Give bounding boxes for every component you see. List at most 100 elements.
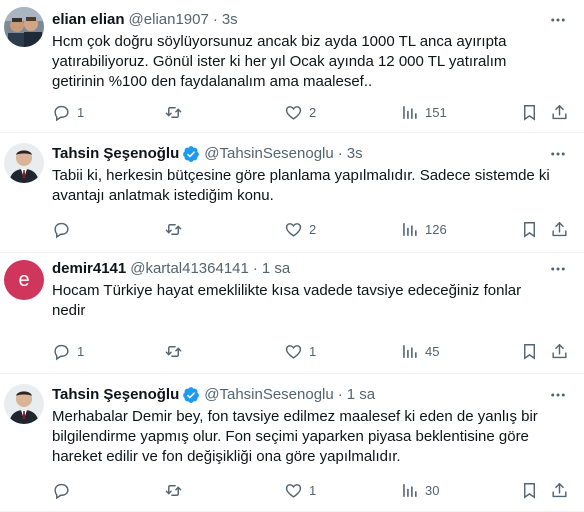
reply-button[interactable]: 1 [52,102,84,122]
tweet-text-line: avantajı anlatmak istediğim konu. [52,187,274,204]
like-button[interactable]: 1 [284,480,316,500]
tweet-body: elian elian @elian1907 · 3s Hcm çok doğr… [52,10,568,92]
like-button[interactable]: 1 [284,341,316,361]
retweet-button[interactable] [164,102,189,122]
tweet-text-line: Tabii ki, herkesin bütçesine göre planla… [52,167,550,184]
views-count: 30 [425,482,440,498]
more-options-icon[interactable] [548,10,568,30]
views-count: 45 [425,343,440,359]
tweet[interactable]: e demir4141 @kartal41364141 · 1 sa Hocam… [0,253,584,374]
share-button[interactable] [550,219,569,239]
like-button[interactable]: 2 [284,219,316,239]
views-count: 126 [425,221,447,237]
views-button[interactable]: 30 [400,480,439,500]
share-icon [552,221,567,236]
heart-icon [285,222,302,237]
tweet-text-line: bilgilendirme yapmış olur. Fon seçimi ya… [52,428,529,445]
avatar[interactable] [4,143,44,183]
action-bar: 1 2 151 [52,102,568,122]
author-handle[interactable]: @TahsinSesenoglu [204,385,333,405]
reply-thread: elian elian @elian1907 · 3s Hcm çok doğr… [0,0,584,512]
retweet-button[interactable] [164,341,189,361]
views-button[interactable]: 151 [400,102,447,122]
share-icon [552,104,567,119]
author-handle[interactable]: @kartal41364141 [130,259,249,279]
bookmark-button[interactable] [520,341,539,361]
more-options-icon[interactable] [548,385,568,405]
tweet-text: Merhabalar Demir bey, fon tavsiye edilme… [52,407,568,467]
tweet-text-line: getirinin %100 den faydalanalım ama maal… [52,73,373,90]
tweet[interactable]: Tahsin Şeşenoğlu @TahsinSesenoglu · 3s T… [0,133,584,253]
share-button[interactable] [550,341,569,361]
bookmark-icon [524,104,535,121]
bookmark-icon [524,343,535,360]
tweet-header: demir4141 @kartal41364141 · 1 sa [52,259,568,279]
separator-dot: · [212,11,218,28]
retweet-button[interactable] [164,480,189,500]
views-count: 151 [425,104,447,120]
retweet-icon [165,223,182,235]
tweet-text-line: Hocam Türkiye hayat emeklilikte kısa vad… [52,282,522,299]
author-name[interactable]: Tahsin Şeşenoğlu [52,144,179,164]
reply-button[interactable] [52,219,77,239]
retweet-icon [165,106,182,118]
verified-badge-icon [182,386,200,404]
more-options-icon[interactable] [548,259,568,279]
timestamp[interactable]: 3s [222,10,238,30]
separator-dot: · [337,386,343,403]
views-button[interactable]: 126 [400,219,447,239]
avatar[interactable] [4,384,44,424]
timestamp[interactable]: 1 sa [262,259,290,279]
share-icon [552,482,567,497]
reply-icon [54,483,69,499]
tweet-text-line: nedir [52,302,86,319]
tweet-body: demir4141 @kartal41364141 · 1 sa Hocam T… [52,259,568,321]
bookmark-button[interactable] [520,480,539,500]
separator-dot: · [337,145,343,162]
retweet-icon [165,345,182,357]
avatar-letter: e [18,268,30,291]
share-icon [552,343,567,358]
bookmark-button[interactable] [520,219,539,239]
author-name[interactable]: Tahsin Şeşenoğlu [52,385,179,405]
author-name[interactable]: elian elian [52,10,125,30]
views-button[interactable]: 45 [400,341,439,361]
tweet-text: Hocam Türkiye hayat emeklilikte kısa vad… [52,281,568,321]
author-name[interactable]: demir4141 [52,259,126,279]
share-button[interactable] [550,102,569,122]
share-button[interactable] [550,480,569,500]
heart-icon [285,105,302,120]
tweet-body: Tahsin Şeşenoğlu @TahsinSesenoglu · 1 sa… [52,385,568,467]
like-button[interactable]: 2 [284,102,316,122]
heart-icon [285,344,302,359]
reply-count: 1 [77,343,85,359]
timestamp[interactable]: 3s [347,144,363,164]
avatar[interactable]: e [4,260,44,300]
avatar[interactable] [4,7,44,47]
more-options-icon[interactable] [548,144,568,164]
reply-count: 1 [77,104,85,120]
bookmark-button[interactable] [520,102,539,122]
action-bar: 1 30 [52,480,568,500]
analytics-icon [403,483,417,497]
reply-button[interactable] [52,480,77,500]
analytics-icon [403,222,417,236]
retweet-button[interactable] [164,219,189,239]
timestamp[interactable]: 1 sa [347,385,375,405]
author-handle[interactable]: @elian1907 [129,10,209,30]
tweet[interactable]: elian elian @elian1907 · 3s Hcm çok doğr… [0,0,584,133]
bookmark-icon [524,221,535,238]
analytics-icon [403,344,417,358]
tweet-text-line: hareket edilir ve fon değişikliği ona gö… [52,448,401,465]
analytics-icon [403,105,417,119]
tweet-text-line: Merhabalar Demir bey, fon tavsiye edilme… [52,408,538,425]
tweet-text: Tabii ki, herkesin bütçesine göre planla… [52,166,568,206]
action-bar: 2 126 [52,219,568,239]
like-count: 1 [309,482,317,498]
author-handle[interactable]: @TahsinSesenoglu [204,144,333,164]
tweet[interactable]: Tahsin Şeşenoğlu @TahsinSesenoglu · 1 sa… [0,374,584,512]
verified-badge-icon [182,145,200,163]
reply-button[interactable]: 1 [52,341,84,361]
tweet-header: Tahsin Şeşenoğlu @TahsinSesenoglu · 1 sa [52,385,568,405]
reply-icon [54,344,69,360]
